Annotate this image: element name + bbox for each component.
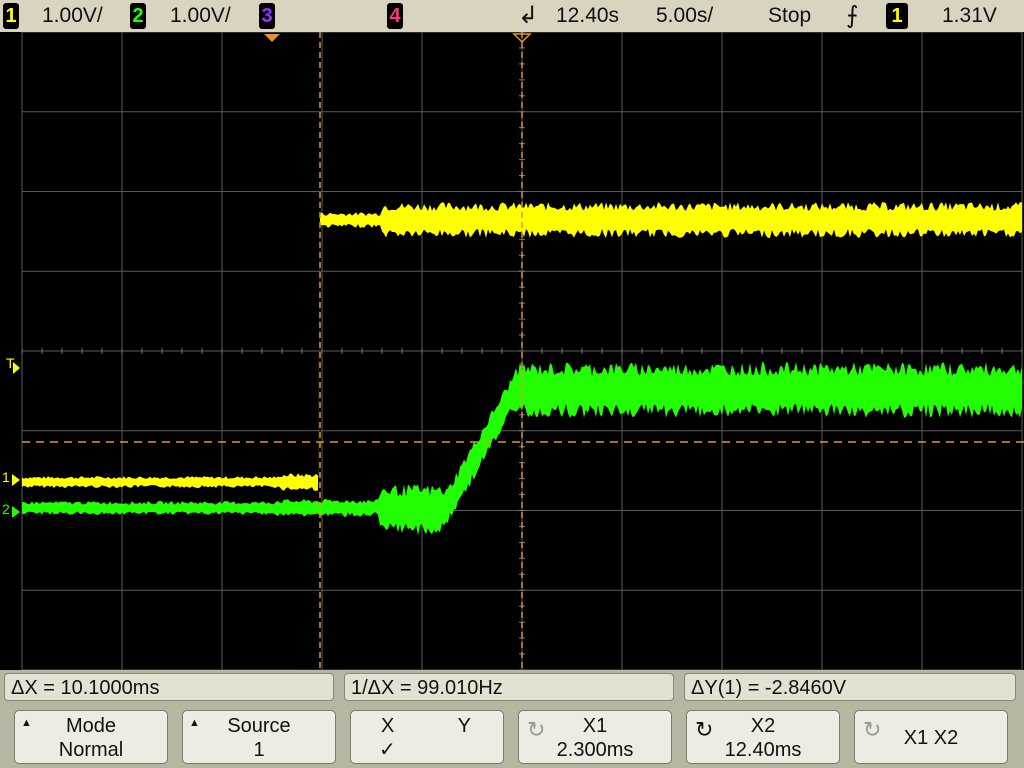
source-value: 1 (253, 739, 265, 761)
checkmark-icon: ✓ (379, 739, 396, 761)
measurement-row: ΔX = 10.1000ms 1/ΔX = 99.010Hz ΔY(1) = -… (0, 670, 1024, 706)
delay-value: 12.40s (556, 4, 620, 27)
ch4-indicator[interactable]: 4 (387, 3, 403, 29)
ch2-indicator[interactable]: 2 (130, 3, 146, 29)
x1-cursor-marker (264, 34, 280, 42)
ch1-indicator[interactable]: 1 (3, 3, 19, 29)
x2-label: X2 (750, 715, 776, 737)
ch2-ground-icon (12, 506, 20, 518)
ch3-indicator[interactable]: 3 (259, 3, 275, 29)
x1x2-label: X1 X2 (903, 727, 959, 749)
x1x2-softkey[interactable]: ↻ X1 X2 (854, 710, 1008, 764)
ch2-ground-marker: 2 (2, 501, 10, 517)
x1-label: X1 (582, 715, 608, 737)
trigger-marker-icon (13, 362, 20, 374)
status-bar: 1 1.00V/ 2 1.00V/ 3 4 ↲ 12.40s 5.00s/ St… (0, 0, 1024, 32)
waveform-canvas: T 1 2 (2, 32, 1024, 670)
mode-softkey[interactable]: ▲ Mode Normal (14, 710, 168, 764)
ch1-ground-icon (12, 474, 20, 486)
ch1-ground-marker: 1 (2, 469, 10, 485)
waveform-display: T 1 2 (0, 32, 1024, 670)
delay-arrow-icon: ↲ (518, 2, 539, 29)
source-label: Source (227, 715, 291, 737)
x2-softkey[interactable]: ↻ X2 12.40ms (686, 710, 840, 764)
mode-label: Mode (65, 715, 117, 737)
timebase-value: 5.00s/ (656, 4, 714, 27)
run-state: Stop (768, 4, 812, 27)
delta-x-readout: ΔX = 10.1000ms (4, 673, 334, 701)
ch2-scale: 1.00V/ (170, 4, 231, 27)
ch1-scale: 1.00V/ (42, 4, 103, 27)
trigger-level: 1.31V (942, 4, 997, 27)
inv-delta-x-readout: 1/ΔX = 99.010Hz (344, 673, 674, 701)
trigger-source: 1 (886, 3, 908, 29)
xy-softkey[interactable]: X Y ✓ (350, 710, 504, 764)
x1-softkey[interactable]: ↻ X1 2.300ms (518, 710, 672, 764)
y-label: Y (457, 715, 471, 737)
mode-value: Normal (58, 739, 124, 761)
x1-value: 2.300ms (556, 739, 634, 761)
softkey-row: ▲ Mode Normal ▲ Source 1 X Y ✓ ↻ X1 2.30… (0, 706, 1024, 768)
delta-y-readout: ΔY(1) = -2.8460V (684, 673, 1016, 701)
rising-edge-icon: ⨍ (846, 2, 859, 29)
x2-value: 12.40ms (724, 739, 802, 761)
source-softkey[interactable]: ▲ Source 1 (182, 710, 336, 764)
